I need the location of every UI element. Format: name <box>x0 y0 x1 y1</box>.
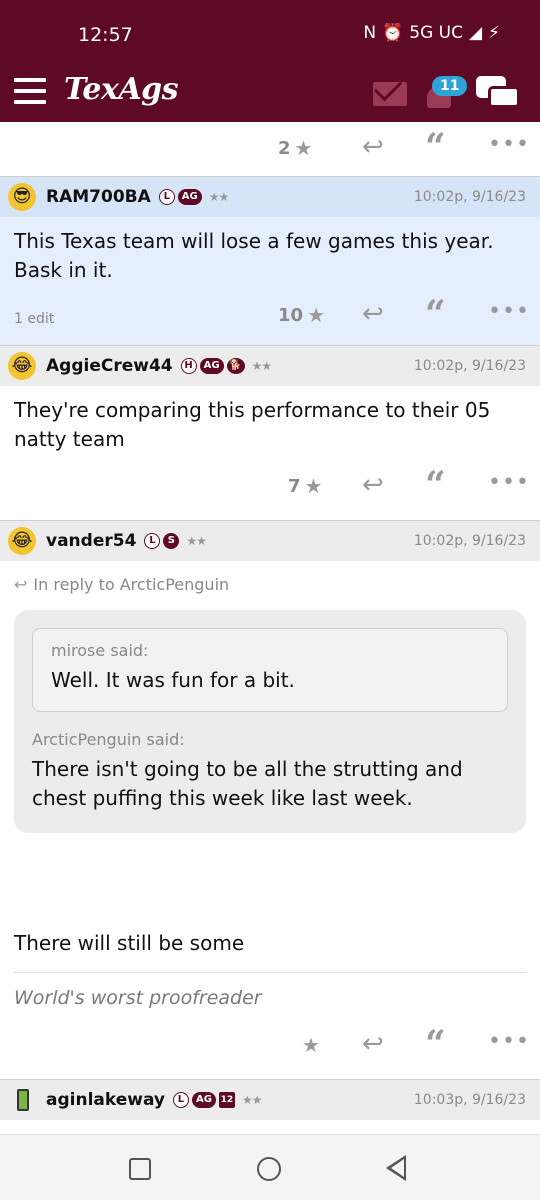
post-header: 😎 RAM700BA L AG ★★ 10:02p, 9/16/23 <box>0 177 540 217</box>
reply-icon: ↩ <box>14 575 28 594</box>
username[interactable]: RAM700BA <box>46 187 151 207</box>
quote-author: ArcticPenguin said: <box>32 730 185 749</box>
avatar[interactable]: 😎 <box>8 183 36 211</box>
quote-text: There isn't going to be all the struttin… <box>32 757 463 810</box>
nfc-icon: N <box>363 23 377 43</box>
more-icon[interactable]: ••• <box>488 132 530 157</box>
reply-to-text: In reply to ArcticPenguin <box>33 575 230 594</box>
status-bar: 12:57 N ⏰ 5G UC ◢ ⚡ <box>0 0 540 62</box>
badge-ag: AG <box>199 358 224 374</box>
quote-icon[interactable]: “ <box>425 1023 446 1065</box>
badge-h: H <box>180 358 197 374</box>
post-time: 10:03p, 9/16/23 <box>413 1092 526 1108</box>
post-time: 10:02p, 9/16/23 <box>413 189 526 205</box>
quote-icon[interactable]: “ <box>425 126 446 168</box>
post: 😂 vander54 L S ★★ 10:02p, 9/16/23 ↩ In re… <box>0 520 540 1079</box>
user-badges: L S ★★ <box>144 533 207 549</box>
star-icon: ★ <box>294 136 313 160</box>
signal-icon: ◢ <box>468 23 483 43</box>
username[interactable]: vander54 <box>46 531 136 551</box>
post-header: 😂 AggieCrew44 H AG 🐕 ★★ 10:02p, 9/16/23 <box>0 346 540 386</box>
rating-stars: ★★ <box>186 534 206 548</box>
badge-ag: AG <box>177 189 202 205</box>
star-count: 10 <box>278 304 304 326</box>
battery-charging-icon: ⚡ <box>488 23 500 43</box>
network-label: 5G UC <box>409 23 463 43</box>
badge-12th-man: 12 <box>218 1092 235 1108</box>
system-nav-bar <box>0 1134 540 1200</box>
bell-icon[interactable]: 11 <box>424 76 468 112</box>
post-body: There will still be some <box>14 931 245 955</box>
rating-stars: ★★ <box>251 359 272 373</box>
reply-icon[interactable]: ↩ <box>362 132 384 162</box>
reply-icon[interactable]: ↩ <box>362 470 384 500</box>
badge-l: L <box>158 189 175 205</box>
hamburger-icon[interactable] <box>14 78 46 104</box>
badge-l: L <box>144 533 161 549</box>
logo[interactable]: TexAgs <box>64 72 179 107</box>
reply-icon[interactable]: ↩ <box>362 299 384 329</box>
edit-note[interactable]: 1 edit <box>14 311 54 327</box>
avatar[interactable] <box>8 1086 36 1114</box>
username[interactable]: aginlakeway <box>46 1090 165 1110</box>
signature: World's worst proofreader <box>14 987 262 1009</box>
more-icon[interactable]: ••• <box>488 470 530 495</box>
home-button[interactable] <box>257 1157 281 1181</box>
star-button[interactable]: 7 ★ <box>288 474 322 498</box>
more-icon[interactable]: ••• <box>488 299 530 324</box>
post-header: aginlakeway L AG 12 ★★ 10:03p, 9/16/23 <box>0 1080 540 1120</box>
quote-text: Well. It was fun for a bit. <box>51 668 295 692</box>
post-body: They're comparing this performance to th… <box>14 398 491 451</box>
recents-button[interactable] <box>129 1158 151 1180</box>
post-header: 😂 vander54 L S ★★ 10:02p, 9/16/23 <box>0 521 540 561</box>
post-time: 10:02p, 9/16/23 <box>413 533 526 549</box>
star-icon: ★ <box>307 303 325 327</box>
nested-quote: mirose said: Well. It was fun for a bit. <box>32 628 508 712</box>
star-button[interactable]: 10 ★ <box>278 303 325 327</box>
app-bar: TexAgs 11 <box>0 62 540 122</box>
star-button[interactable]: 2 ★ <box>278 136 312 160</box>
chat-icon[interactable] <box>476 76 522 116</box>
reveille-badge-icon: 🐕 <box>226 358 245 374</box>
avatar[interactable]: 😂 <box>8 352 36 380</box>
thread-content: 2 ★ ↩ “ ••• 😎 RAM700BA L AG ★★ 10:02p, 9… <box>0 122 540 1134</box>
mail-icon[interactable] <box>373 82 407 106</box>
status-icons: N ⏰ 5G UC ◢ ⚡ <box>363 23 500 43</box>
badge-ag: AG <box>191 1092 216 1108</box>
notification-badge: 11 <box>432 76 468 96</box>
alarm-icon: ⏰ <box>382 23 404 43</box>
status-time: 12:57 <box>78 24 133 46</box>
rating-stars: ★★ <box>208 190 229 204</box>
star-icon: ★ <box>302 1033 320 1057</box>
user-badges: L AG ★★ <box>158 189 229 205</box>
post-time: 10:02p, 9/16/23 <box>413 358 526 374</box>
rating-stars: ★★ <box>241 1093 262 1107</box>
user-badges: H AG 🐕 ★★ <box>180 358 272 374</box>
post-actions: 2 ★ ↩ “ ••• <box>0 122 540 176</box>
reply-to-link[interactable]: ↩ In reply to ArcticPenguin <box>0 561 540 594</box>
username[interactable]: AggieCrew44 <box>46 356 173 376</box>
badge-l: L <box>172 1092 189 1108</box>
more-icon[interactable]: ••• <box>488 1029 530 1054</box>
user-badges: L AG 12 ★★ <box>172 1092 262 1108</box>
back-button[interactable] <box>386 1155 406 1181</box>
quote-block: mirose said: Well. It was fun for a bit.… <box>14 610 526 833</box>
quote-author: mirose said: <box>51 641 149 660</box>
star-count: 7 <box>288 475 301 497</box>
star-button[interactable]: ★ <box>302 1033 320 1057</box>
avatar[interactable]: 😂 <box>8 527 36 555</box>
post: aginlakeway L AG 12 ★★ 10:03p, 9/16/23 <box>0 1079 540 1120</box>
post: 😎 RAM700BA L AG ★★ 10:02p, 9/16/23 This … <box>0 176 540 345</box>
quote-icon[interactable]: “ <box>425 464 446 506</box>
star-count: 2 <box>278 137 291 159</box>
post-body: This Texas team will lose a few games th… <box>14 229 494 282</box>
post: 😂 AggieCrew44 H AG 🐕 ★★ 10:02p, 9/16/23 … <box>0 345 540 520</box>
reply-icon[interactable]: ↩ <box>362 1029 384 1059</box>
post-actions: 1 edit 10 ★ ↩ “ ••• <box>0 289 540 345</box>
post-actions: ★ ↩ “ ••• <box>0 1019 540 1079</box>
post-actions: 7 ★ ↩ “ ••• <box>0 460 540 520</box>
quote-icon[interactable]: “ <box>425 293 446 335</box>
star-icon: ★ <box>304 474 323 498</box>
badge-s: S <box>163 533 180 549</box>
